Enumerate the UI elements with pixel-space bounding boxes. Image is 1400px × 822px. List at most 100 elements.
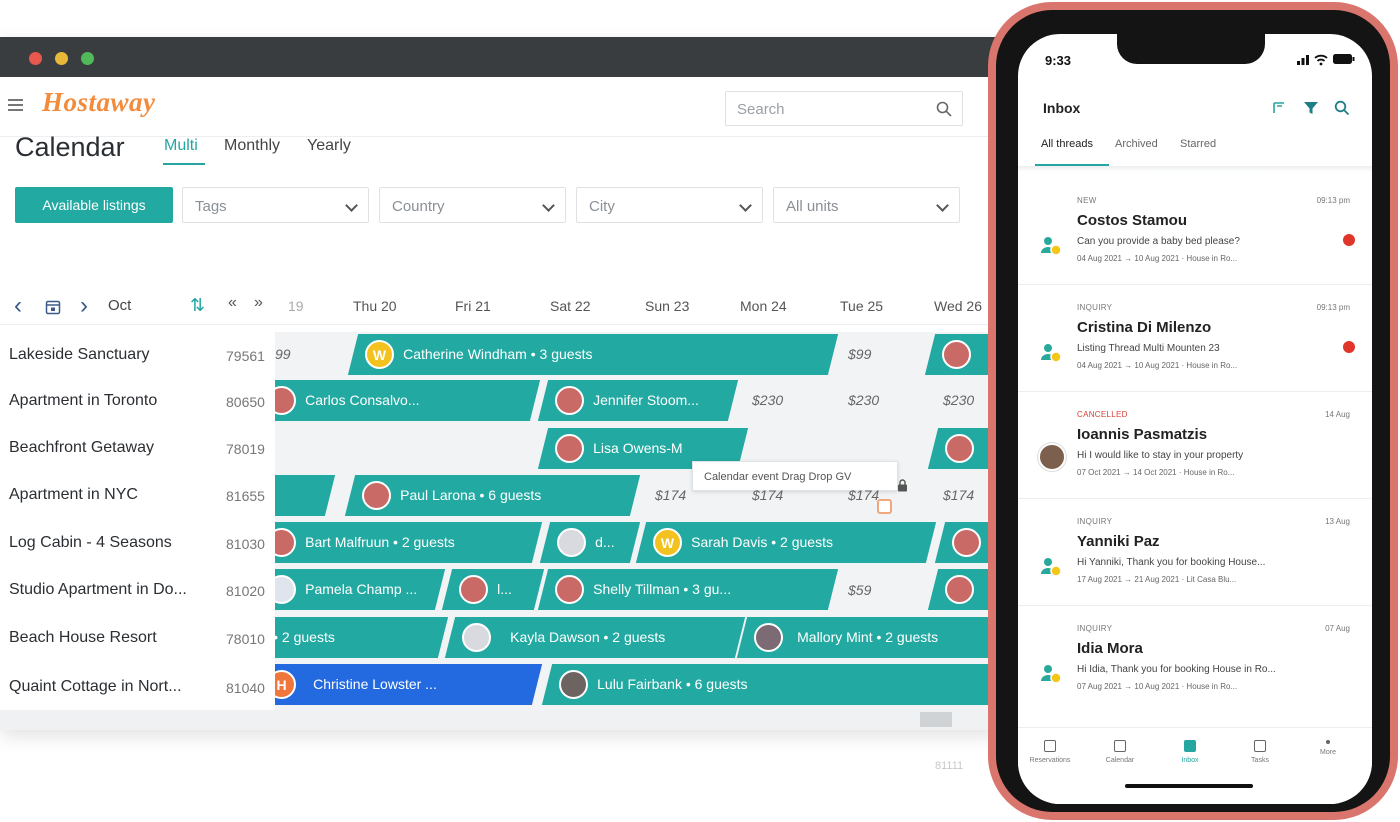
listing-row[interactable]: Lakeside Sanctuary 79561 — [0, 332, 275, 379]
listing-row[interactable]: Beachfront Getaway 78019 — [0, 425, 275, 472]
price-cell[interactable]: $174 — [848, 487, 879, 503]
minimize-window-icon[interactable] — [55, 52, 68, 65]
thread-status: INQUIRY — [1077, 303, 1113, 312]
scrollbar-thumb[interactable] — [920, 712, 952, 727]
listing-row[interactable]: Apartment in Toronto 80650 — [0, 378, 275, 425]
guest-avatar: H — [275, 670, 296, 699]
reservation-bar[interactable]: Carlos Consalvo... — [275, 380, 541, 421]
listing-row[interactable]: Apartment in NYC 81655 — [0, 472, 275, 519]
price-cell[interactable]: 99 — [275, 346, 291, 362]
tags-select[interactable]: Tags — [182, 187, 369, 223]
sort-icon[interactable]: ⇅ — [190, 295, 205, 316]
brand-logo[interactable]: Hostaway — [42, 87, 156, 118]
tab-monthly[interactable]: Monthly — [224, 137, 280, 155]
reservation-bar[interactable]: d... — [539, 522, 641, 563]
next-month-icon[interactable]: › — [80, 292, 88, 320]
available-listings-button[interactable]: Available listings — [15, 187, 173, 223]
message-thread[interactable]: INQUIRY 13 Aug Yanniki Paz Hi Yanniki, T… — [1018, 499, 1372, 606]
guest-avatar — [557, 528, 586, 557]
reservation-bar[interactable]: Lulu Fairbank • 6 guests — [541, 664, 1000, 705]
message-thread[interactable]: INQUIRY 07 Aug Idia Mora Hi Idia, Thank … — [1018, 606, 1372, 713]
guest-avatar — [942, 340, 971, 369]
country-select[interactable]: Country — [379, 187, 566, 223]
message-thread[interactable]: INQUIRY 09:13 pm Cristina Di Milenzo Lis… — [1018, 285, 1372, 392]
listing-column: Lakeside Sanctuary 79561 Apartment in Tor… — [0, 332, 275, 712]
listing-name: Quaint Cottage in Nort... — [9, 678, 182, 695]
nav-inbox[interactable]: Inbox — [1160, 740, 1220, 764]
nav-reservations[interactable]: Reservations — [1020, 740, 1080, 764]
close-window-icon[interactable] — [29, 52, 42, 65]
day-header: Sat 22 — [550, 298, 591, 314]
reservation-bar[interactable]: Jennifer Stoom... — [537, 380, 739, 421]
reservation-bar[interactable]: W Catherine Windham • 3 guests — [347, 334, 839, 375]
nav-calendar[interactable]: Calendar — [1090, 740, 1150, 764]
status-time: 9:33 — [1045, 53, 1072, 68]
reservation-bar[interactable]: l... — [441, 569, 545, 610]
nav-more[interactable]: More — [1298, 740, 1358, 756]
nav-tasks[interactable]: Tasks — [1230, 740, 1290, 764]
reservation-bar[interactable]: Mallory Mint • 2 guests — [736, 617, 1000, 658]
price-cell[interactable]: $59 — [848, 582, 871, 598]
listing-row[interactable]: Studio Apartment in Do... 81020 — [0, 567, 275, 614]
reservation-bar[interactable]: Kayla Dawson • 2 guests — [444, 617, 746, 658]
current-month[interactable]: Oct — [108, 297, 131, 314]
price-cell[interactable]: $174 — [943, 487, 974, 503]
tab-starred[interactable]: Starred — [1180, 138, 1216, 150]
thread-time: 14 Aug — [1325, 410, 1350, 419]
reservation-bar[interactable] — [275, 475, 336, 516]
price-cell[interactable]: $174 — [752, 487, 783, 503]
reservation-bar[interactable]: Pamela Champ ... — [275, 569, 446, 610]
reservation-bar[interactable]: Shelly Tillman • 3 gu... — [537, 569, 839, 610]
listing-row[interactable]: Quaint Cottage in Nort... 81040 — [0, 664, 275, 711]
message-preview: Can you provide a baby bed please? — [1077, 236, 1240, 247]
menu-icon[interactable] — [8, 99, 23, 111]
price-cell[interactable]: $99 — [848, 346, 871, 362]
search-input[interactable]: Search — [725, 91, 963, 126]
reservation-bar[interactable]: W Sarah Davis • 2 guests — [635, 522, 937, 563]
thread-status: INQUIRY — [1077, 517, 1113, 526]
tasks-icon — [1254, 740, 1266, 752]
price-cell[interactable]: $230 — [848, 392, 879, 408]
tab-all-threads[interactable]: All threads — [1041, 138, 1093, 150]
listing-row[interactable]: Beach House Resort 78010 — [0, 615, 275, 662]
reservation-bar[interactable]: H Christine Lowster ... — [275, 664, 543, 705]
filter-icon[interactable] — [1303, 100, 1319, 116]
day-header: Tue 25 — [840, 298, 884, 314]
search-icon[interactable] — [1334, 100, 1350, 116]
city-select[interactable]: City — [576, 187, 763, 223]
tab-multi[interactable]: Multi — [164, 137, 198, 155]
search-icon[interactable] — [936, 101, 952, 117]
phone-bezel: 9:33 Inbox All threads Archived Starred … — [996, 10, 1390, 812]
sort-icon[interactable] — [1271, 100, 1287, 116]
drag-handle-icon[interactable] — [877, 499, 892, 514]
chevron-down-icon — [936, 199, 949, 212]
stay-dates: 04 Aug 2021 → 10 Aug 2021 · House in Ro.… — [1077, 254, 1238, 263]
listing-row[interactable]: Log Cabin - 4 Seasons 81030 — [0, 520, 275, 567]
guest-avatar — [952, 528, 981, 557]
guest-avatar — [555, 575, 584, 604]
message-thread[interactable]: NEW 09:13 pm Costos Stamou Can you provi… — [1018, 178, 1372, 285]
guest-avatar — [1038, 443, 1066, 471]
horizontal-scrollbar[interactable] — [0, 710, 1000, 730]
guest-avatar: W — [365, 340, 394, 369]
calendar-icon[interactable] — [45, 299, 61, 315]
price-cell[interactable]: $230 — [752, 392, 783, 408]
tab-archived[interactable]: Archived — [1115, 138, 1158, 150]
reservation-bar[interactable]: Paul Larona • 6 guests — [344, 475, 641, 516]
chevron-down-icon — [542, 199, 555, 212]
price-cell[interactable]: $230 — [943, 392, 974, 408]
units-select[interactable]: All units — [773, 187, 960, 223]
fast-forward-icon[interactable]: » — [254, 294, 263, 312]
tab-yearly[interactable]: Yearly — [307, 137, 351, 155]
maximize-window-icon[interactable] — [81, 52, 94, 65]
phone-notch — [1117, 34, 1265, 64]
fast-back-icon[interactable]: « — [228, 294, 237, 312]
reservation-bar[interactable]: Bart Malfruun • 2 guests — [275, 522, 543, 563]
price-cell[interactable]: $174 — [655, 487, 686, 503]
inbox-title: Inbox — [1043, 100, 1081, 116]
message-thread[interactable]: CANCELLED 14 Aug Ioannis Pasmatzis Hi I … — [1018, 392, 1372, 499]
reservation-bar[interactable]: • 2 guests — [275, 617, 449, 658]
guest-avatar — [459, 575, 488, 604]
search-placeholder: Search — [737, 101, 785, 118]
prev-month-icon[interactable]: ‹ — [14, 292, 22, 320]
